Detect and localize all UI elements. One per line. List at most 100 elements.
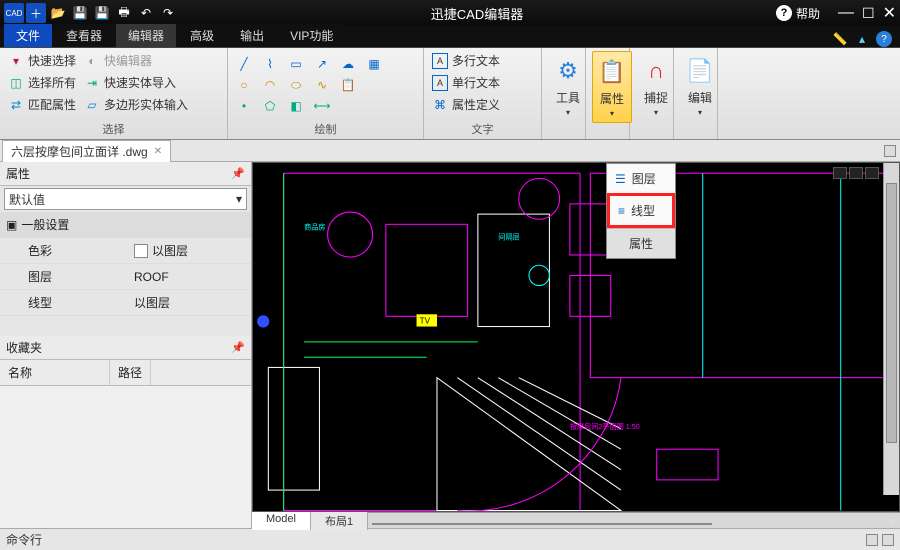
command-line[interactable]: 命令行 xyxy=(0,528,900,550)
help-button[interactable]: ? 帮助 xyxy=(776,5,820,22)
tab-close-icon[interactable]: ✕ xyxy=(154,146,162,157)
mtext-icon: A xyxy=(432,53,448,69)
canvas-window-controls xyxy=(833,167,879,179)
vertical-scrollbar[interactable] xyxy=(883,163,899,495)
mtext-button[interactable]: A多行文本 xyxy=(430,51,535,70)
polygon-icon: ▱ xyxy=(84,97,100,113)
redo-icon[interactable]: ↷ xyxy=(158,3,178,23)
select-all-button[interactable]: ◫选择所有 xyxy=(6,73,78,92)
cmdline-opt2-icon[interactable] xyxy=(882,534,894,546)
select-icon: ◫ xyxy=(8,75,24,91)
property-row-linetype[interactable]: 线型 以图层 xyxy=(0,290,251,316)
expand-icon[interactable]: ▴ xyxy=(854,31,870,47)
dropdown-footer: 属性 xyxy=(607,228,675,258)
ribbon-group-draw: ╱ ⌇ ▭ ↗ ☁ ▦ ○ ◠ ⬭ ∿ 📋 • ⬠ ◧ ⟷ 绘制 xyxy=(228,48,424,139)
ribbon-group-text: A多行文本 A单行文本 ⌘属性定义 文字 xyxy=(424,48,542,139)
capture-button[interactable]: ∩捕捉▾ xyxy=(636,51,676,121)
svg-text:商品房: 商品房 xyxy=(304,222,325,231)
property-row-color[interactable]: 色彩 以图层 xyxy=(0,238,251,264)
new-icon[interactable]: ＋ xyxy=(26,3,46,23)
props-dropdown: ☰图层 ≡线型 属性 xyxy=(606,163,676,259)
layout-tab-bar: Model 布局1 ▸ xyxy=(252,512,900,528)
collapse-icon: ▣ xyxy=(6,218,17,232)
arc-icon[interactable]: ◠ xyxy=(260,76,280,94)
arrow-icon[interactable]: ↗ xyxy=(312,55,332,73)
import-solid-button[interactable]: ⇥快速实体导入 xyxy=(82,73,178,92)
pin-icon[interactable]: 📌 xyxy=(231,167,245,180)
tab-viewer[interactable]: 查看器 xyxy=(54,24,114,47)
ribbon-group-edit: 📄编辑▾ xyxy=(674,48,718,139)
cloud-icon[interactable]: ☁ xyxy=(338,55,358,73)
quick-select-button[interactable]: ▾快速选择 xyxy=(6,51,78,70)
close-icon[interactable]: ✕ xyxy=(883,3,896,23)
layout1-tab[interactable]: 布局1 xyxy=(311,512,368,530)
ellipse-icon[interactable]: ⬭ xyxy=(286,76,306,94)
stext-button[interactable]: A单行文本 xyxy=(430,73,535,92)
col-path[interactable]: 路径 xyxy=(110,360,151,385)
properties-combo[interactable]: 默认值 ▾ xyxy=(4,188,247,210)
ribbon-group-props: 📋属性▾ xyxy=(586,48,630,139)
rect-icon[interactable]: ▭ xyxy=(286,55,306,73)
hatch-icon[interactable]: ▦ xyxy=(364,55,384,73)
model-tab[interactable]: Model xyxy=(252,512,311,530)
dim-icon[interactable]: ⟷ xyxy=(312,97,332,115)
print-icon[interactable]: 🖶 xyxy=(114,3,134,23)
scrollbar-thumb[interactable] xyxy=(886,183,897,443)
minimize-icon[interactable]: — xyxy=(838,4,854,22)
match-prop-button[interactable]: ⇄匹配属性 xyxy=(6,95,78,114)
attdef-icon: ⌘ xyxy=(432,97,448,113)
pin-icon[interactable]: 📌 xyxy=(231,341,245,354)
capture-icon: ∩ xyxy=(640,55,672,87)
undo-icon[interactable]: ↶ xyxy=(136,3,156,23)
quick-editor-button[interactable]: ◐快编辑器 xyxy=(82,51,154,70)
property-category-general[interactable]: ▣一般设置 xyxy=(0,212,251,238)
ruler-icon[interactable]: 📏 xyxy=(832,31,848,47)
attdef-button[interactable]: ⌘属性定义 xyxy=(430,95,535,114)
dropdown-item-linetype[interactable]: ≡线型 xyxy=(607,193,675,228)
dropdown-item-layer[interactable]: ☰图层 xyxy=(607,164,675,193)
cmdline-opt1-icon[interactable] xyxy=(866,534,878,546)
tab-advanced[interactable]: 高级 xyxy=(178,24,226,47)
canvas-max-icon[interactable] xyxy=(849,167,863,179)
match-icon: ⇄ xyxy=(8,97,24,113)
spline-icon[interactable]: ∿ xyxy=(312,76,332,94)
edit-big-icon: 📄 xyxy=(684,55,716,87)
drawing-canvas[interactable]: 按摩包间2平面图 1:50 商品房 间隔层 TV ☰图层 ≡线型 属性 xyxy=(252,162,900,512)
circle-icon[interactable]: ○ xyxy=(234,76,254,94)
app-icon[interactable]: CAD xyxy=(4,3,24,23)
polyline-icon[interactable]: ⌇ xyxy=(260,55,280,73)
info-icon[interactable]: ? xyxy=(876,31,892,47)
chevron-down-icon: ▾ xyxy=(236,192,242,206)
ribbon-group-tools: ⚙工具▾ xyxy=(542,48,586,139)
favorites-list xyxy=(0,386,251,528)
svg-text:TV: TV xyxy=(420,316,431,325)
edit-button[interactable]: 📄编辑▾ xyxy=(680,51,720,121)
tab-options-icon[interactable] xyxy=(884,145,896,157)
paste-icon[interactable]: 📋 xyxy=(338,76,358,94)
canvas-close-icon[interactable] xyxy=(865,167,879,179)
canvas-min-icon[interactable] xyxy=(833,167,847,179)
polygon2-icon[interactable]: ⬠ xyxy=(260,97,280,115)
tab-file[interactable]: 文件 xyxy=(4,24,52,47)
tools-button[interactable]: ⚙工具▾ xyxy=(548,51,588,121)
tab-editor[interactable]: 编辑器 xyxy=(116,24,176,47)
col-name[interactable]: 名称 xyxy=(0,360,110,385)
poly-solid-button[interactable]: ▱多边形实体输入 xyxy=(82,95,190,114)
window-buttons: ? 帮助 — ☐ ✕ xyxy=(776,3,896,23)
property-row-layer[interactable]: 图层 ROOF xyxy=(0,264,251,290)
main-area: 属性 📌 默认值 ▾ ▣一般设置 色彩 以图层 图层 ROOF 线型 以图层 收… xyxy=(0,162,900,528)
tab-output[interactable]: 输出 xyxy=(228,24,276,47)
document-tab[interactable]: 六层按摩包间立面详 .dwg ✕ xyxy=(2,140,171,162)
open-icon[interactable]: 📂 xyxy=(48,3,68,23)
tab-vip[interactable]: VIP功能 xyxy=(278,24,345,47)
saveas-icon[interactable]: 💾 xyxy=(92,3,112,23)
line-icon[interactable]: ╱ xyxy=(234,55,254,73)
box-icon[interactable]: ◧ xyxy=(286,97,306,115)
maximize-icon[interactable]: ☐ xyxy=(862,5,875,22)
point-icon[interactable]: • xyxy=(234,97,254,115)
scrollbar-thumb[interactable] xyxy=(372,523,712,525)
draw-tools-grid: ╱ ⌇ ▭ ↗ ☁ ▦ ○ ◠ ⬭ ∿ 📋 • ⬠ ◧ ⟷ xyxy=(234,55,417,115)
save-icon[interactable]: 💾 xyxy=(70,3,90,23)
props-button[interactable]: 📋属性▾ xyxy=(592,51,632,123)
document-tabs: 六层按摩包间立面详 .dwg ✕ xyxy=(0,140,900,162)
